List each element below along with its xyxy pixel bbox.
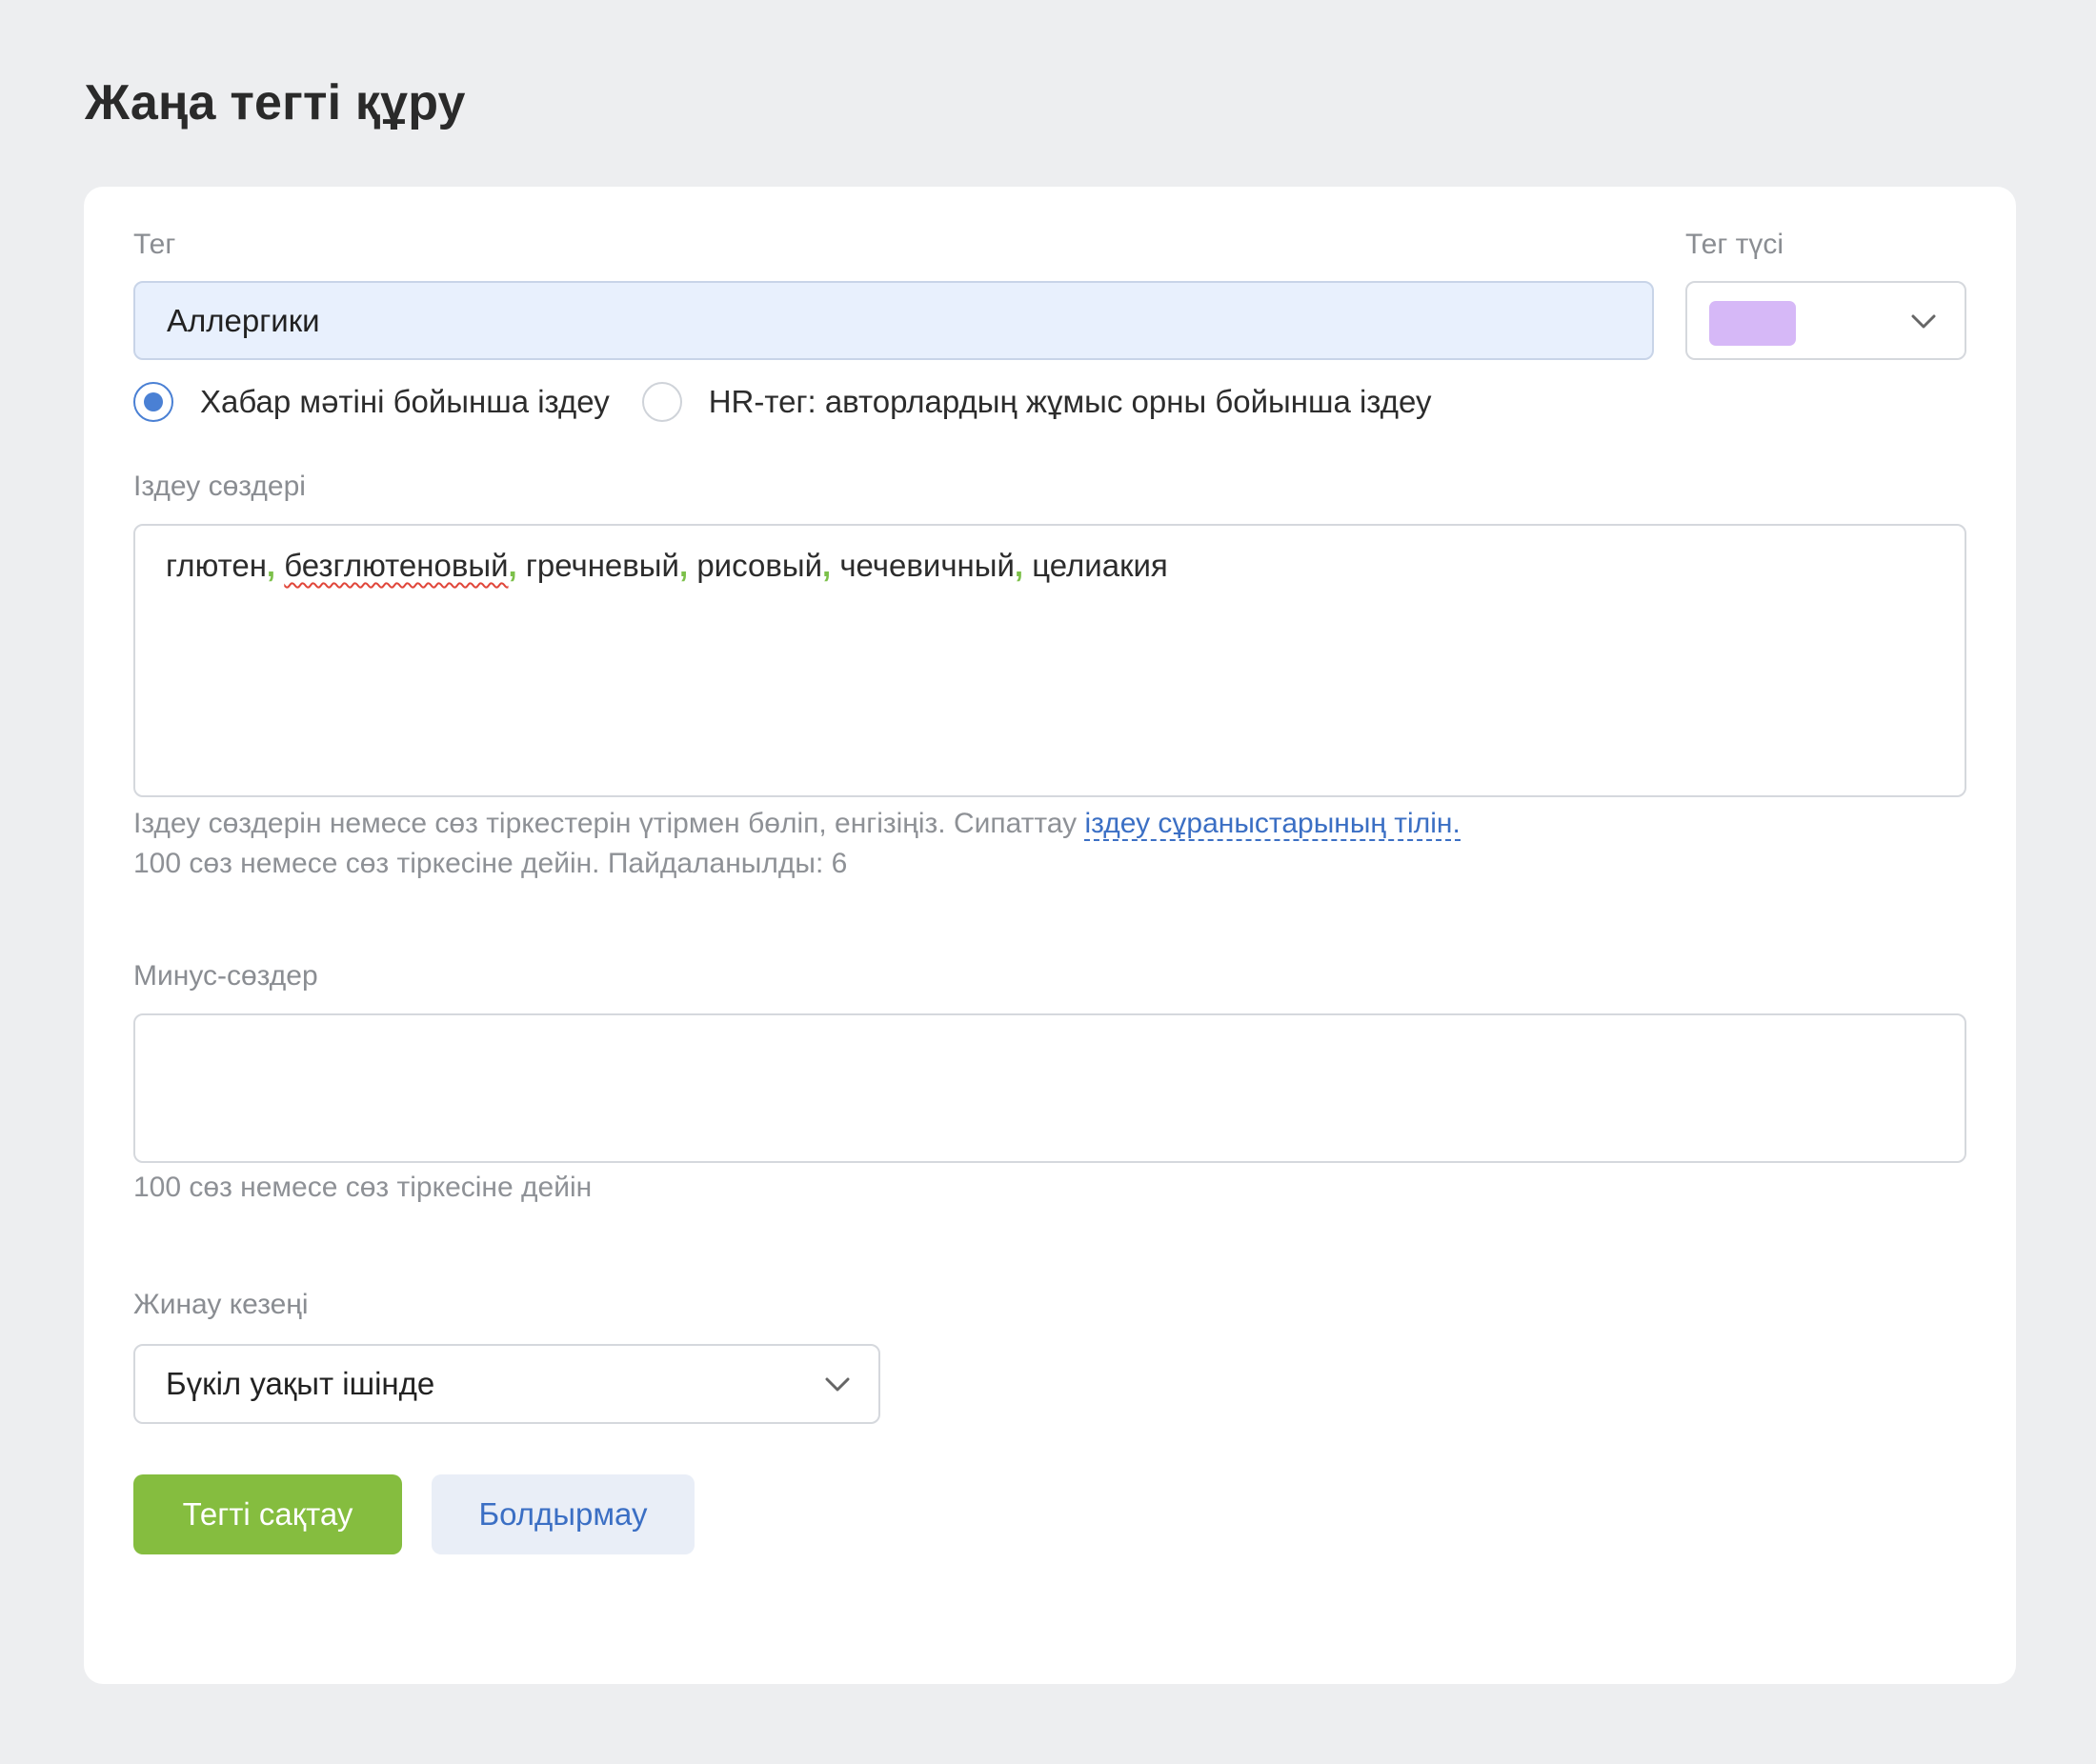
radio-message-text[interactable]: [133, 382, 173, 422]
period-select[interactable]: Бүкіл уақыт ішінде: [133, 1344, 880, 1424]
keywords-textarea[interactable]: глютен, безглютеновый, гречневый, рисовы…: [133, 524, 1966, 797]
chevron-down-icon: [1911, 314, 1936, 329]
radio-hr-tag-label[interactable]: HR-тег: авторлардың жұмыс орны бойынша і…: [709, 384, 1432, 420]
keyword-item: глютен: [166, 548, 267, 583]
keyword-separator: ,: [678, 548, 689, 583]
tag-form-card: Тег Тег түсі Аллергики Хабар мәтіні бойы…: [84, 187, 2016, 1684]
tag-name-input[interactable]: Аллергики: [133, 281, 1654, 360]
keyword-item: гречневый: [525, 548, 679, 583]
minus-words-label: Минус-сөздер: [133, 960, 318, 992]
tag-color-select[interactable]: [1685, 281, 1966, 360]
minus-words-textarea[interactable]: [133, 1013, 1966, 1163]
cancel-button[interactable]: Болдырмау: [432, 1474, 695, 1554]
keywords-hint: Іздеу сөздерін немесе сөз тіркестерін үт…: [133, 804, 1461, 884]
keyword-item: чечевичный: [839, 548, 1015, 583]
query-language-link[interactable]: іздеу сұраныстарының тілін.: [1084, 808, 1461, 841]
search-mode-group: Хабар мәтіні бойынша іздеу HR-тег: автор…: [133, 380, 1431, 424]
save-tag-button[interactable]: Тегті сақтау: [133, 1474, 402, 1554]
keyword-separator: ,: [822, 548, 832, 583]
tag-color-label: Тег түсі: [1685, 229, 1784, 260]
keywords-label: Іздеу сөздері: [133, 471, 306, 502]
minus-words-hint: 100 сөз немесе сөз тіркесіне дейін: [133, 1172, 593, 1203]
page-title: Жаңа тегті құру: [85, 75, 466, 130]
period-select-value: Бүкіл уақыт ішінде: [166, 1366, 435, 1401]
radio-hr-tag[interactable]: [641, 382, 682, 422]
keyword-item: безглютеновый: [284, 548, 509, 583]
keyword-separator: ,: [1014, 548, 1024, 583]
keyword-separator: ,: [266, 548, 276, 583]
period-label: Жинау кезеңі: [133, 1289, 309, 1320]
keyword-separator: ,: [508, 548, 517, 583]
tag-label: Тег: [133, 229, 176, 260]
keyword-item: целиакия: [1032, 548, 1168, 583]
keywords-usage-hint: 100 сөз немесе сөз тіркесіне дейін. Пайд…: [133, 848, 848, 879]
keyword-item: рисовый: [696, 548, 823, 583]
chevron-down-icon: [825, 1377, 850, 1392]
radio-message-text-label[interactable]: Хабар мәтіні бойынша іздеу: [200, 384, 610, 420]
color-swatch: [1709, 301, 1796, 346]
keywords-hint-text: Іздеу сөздерін немесе сөз тіркестерін үт…: [133, 808, 1085, 839]
